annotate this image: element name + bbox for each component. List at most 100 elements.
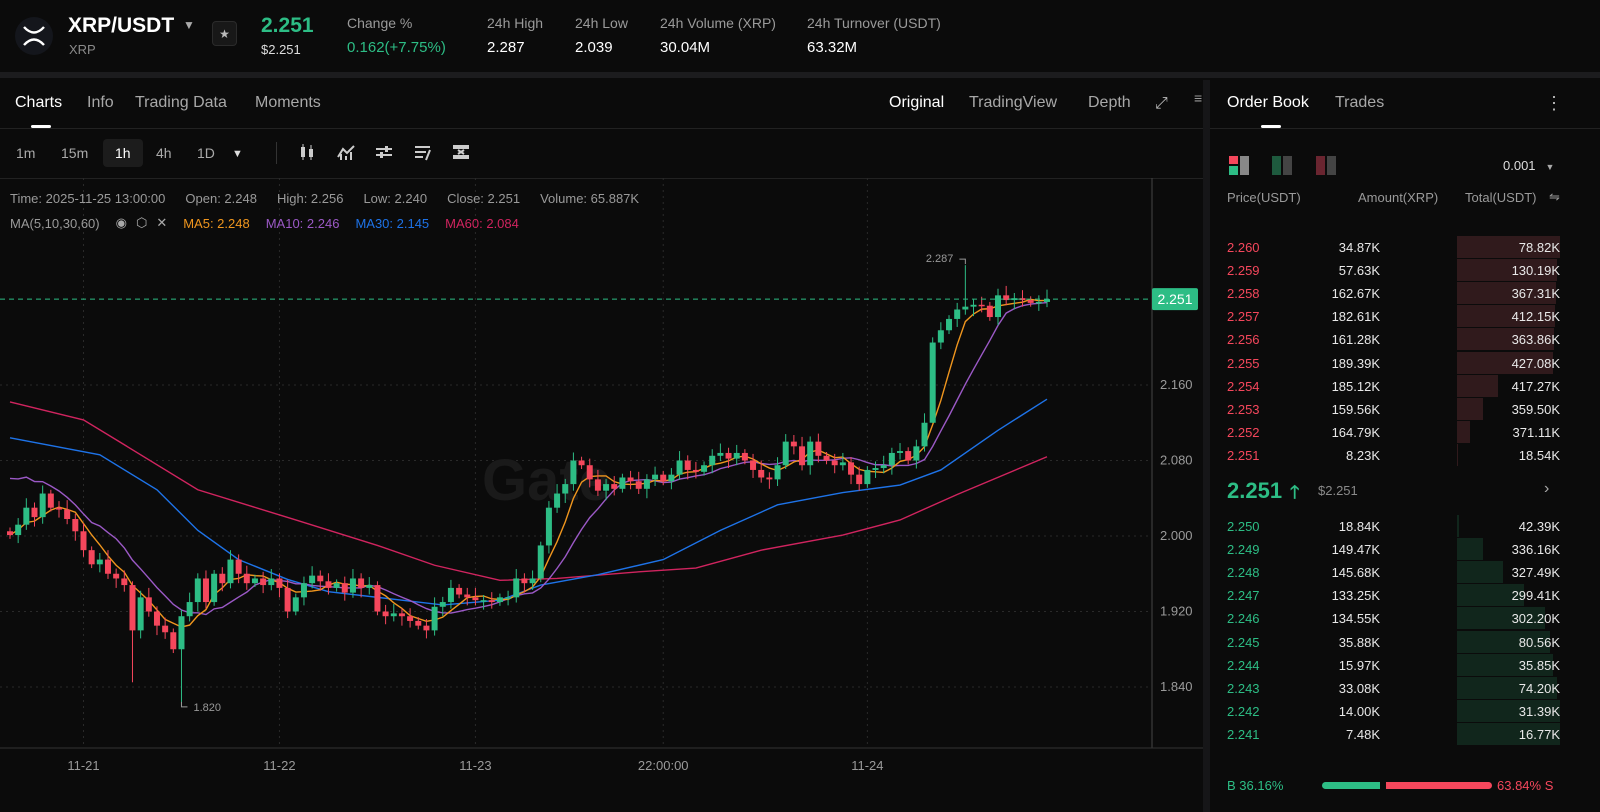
candle-body — [986, 305, 993, 318]
view-depth[interactable]: Depth — [1088, 94, 1131, 112]
fullscreen-icon[interactable]: ⤢ — [1155, 95, 1168, 113]
candle — [929, 337, 936, 423]
bid-row[interactable]: 2.250 18.84K 42.39K — [1210, 515, 1600, 537]
low-marker-label: 1.820 — [193, 702, 221, 714]
tab-trades[interactable]: Trades — [1335, 94, 1384, 112]
panel-splitter[interactable] — [1203, 80, 1210, 812]
menu-icon[interactable]: ≡ — [1194, 90, 1202, 106]
candle-body — [349, 578, 356, 593]
row-price: 2.244 — [1227, 657, 1260, 673]
stat-change: Change % 0.162(+7.75%) — [347, 15, 446, 56]
view-both-icon[interactable] — [1229, 156, 1251, 181]
chart-layout-icon[interactable] — [452, 143, 470, 166]
precision-select[interactable]: 0.001 ▼ — [1503, 158, 1554, 173]
bid-row[interactable]: 2.246 134.55K 302.20K — [1210, 607, 1600, 630]
candlestick-type-icon[interactable] — [298, 143, 316, 166]
candle-body — [627, 477, 634, 482]
tab-order-book[interactable]: Order Book — [1227, 94, 1309, 112]
ma10-value: MA10: 2.246 — [265, 215, 340, 231]
bid-row[interactable]: 2.242 14.00K 31.39K — [1210, 699, 1600, 722]
settings-sliders-icon[interactable] — [375, 143, 393, 166]
tab-charts[interactable]: Charts — [15, 94, 62, 112]
bid-row[interactable]: 2.245 35.88K 80.56K — [1210, 630, 1600, 653]
bid-row[interactable]: 2.241 7.48K 16.77K — [1210, 722, 1600, 745]
candle — [341, 576, 348, 601]
candle-body — [390, 613, 397, 617]
candle — [366, 577, 373, 595]
settings-icon[interactable]: ⬡ — [136, 215, 147, 231]
ask-row[interactable]: 2.254 185.12K 417.27K — [1210, 374, 1600, 397]
candle — [374, 581, 381, 616]
timeframe-4h[interactable]: 4h — [156, 145, 172, 161]
row-price: 2.256 — [1227, 332, 1260, 348]
indicators-icon[interactable] — [337, 143, 355, 166]
buy-ratio-fill — [1322, 782, 1381, 789]
high-marker-arrow — [959, 258, 966, 265]
candle — [937, 322, 944, 350]
chevron-right-icon[interactable]: › — [1544, 480, 1549, 498]
tab-info[interactable]: Info — [87, 94, 114, 112]
candle-body — [456, 587, 463, 595]
stat-volume: 24h Volume (XRP) 30.04M — [660, 15, 776, 56]
candle-body — [276, 578, 283, 588]
bid-row[interactable]: 2.243 33.08K 74.20K — [1210, 676, 1600, 699]
candle-body — [937, 330, 944, 343]
candle-body — [709, 455, 716, 466]
candle-body — [113, 573, 120, 579]
candle-body — [170, 632, 177, 650]
view-tradingview[interactable]: TradingView — [969, 94, 1057, 112]
chevron-down-icon[interactable]: ▼ — [183, 18, 195, 32]
candle-body — [219, 573, 226, 584]
row-amount: 34.87K — [1338, 240, 1380, 255]
ask-row[interactable]: 2.253 159.56K 359.50K — [1210, 397, 1600, 420]
mid-price-usd: $2.251 — [1318, 483, 1358, 498]
tab-moments[interactable]: Moments — [255, 94, 321, 112]
ask-row[interactable]: 2.256 161.28K 363.86K — [1210, 328, 1600, 351]
drawing-tools-icon[interactable] — [414, 143, 432, 166]
view-original[interactable]: Original — [889, 94, 944, 112]
timeframe-1m[interactable]: 1m — [16, 145, 35, 161]
candle — [946, 315, 953, 335]
bid-row[interactable]: 2.247 133.25K 299.41K — [1210, 584, 1600, 607]
candle-body — [153, 611, 160, 626]
candle-body — [243, 573, 250, 584]
ask-row[interactable]: 2.260 34.87K 78.82K — [1210, 236, 1600, 258]
buy-sell-ratio-bar — [1322, 782, 1492, 789]
candle-body — [750, 460, 757, 470]
candle-body — [423, 625, 430, 631]
ask-row[interactable]: 2.257 182.61K 412.15K — [1210, 305, 1600, 328]
ask-row[interactable]: 2.251 8.23K 18.54K — [1210, 443, 1600, 466]
ask-row[interactable]: 2.259 57.63K 130.19K — [1210, 259, 1600, 282]
y-tick-label: 2.000 — [1160, 528, 1193, 543]
eye-icon[interactable]: ◉ — [116, 215, 127, 231]
row-total: 417.27K — [1511, 378, 1560, 394]
bid-row[interactable]: 2.244 15.97K 35.85K — [1210, 653, 1600, 676]
timeframe-1h[interactable]: 1h — [115, 145, 131, 161]
row-total: 427.08K — [1511, 355, 1560, 371]
ask-row[interactable]: 2.258 162.67K 367.31K — [1210, 282, 1600, 305]
timeframe-15m[interactable]: 15m — [61, 145, 88, 161]
tab-trading-data[interactable]: Trading Data — [135, 94, 227, 112]
bid-row[interactable]: 2.249 149.47K 336.16K — [1210, 538, 1600, 561]
col-amount: Amount(XRP) — [1358, 190, 1439, 205]
candlestick-chart[interactable]: 2.160 2.080 2.000 1.920 1.840 11-21 11-22 11-23… — [0, 178, 1203, 812]
candle-body — [537, 545, 544, 579]
bid-row[interactable]: 2.248 145.68K 327.49K — [1210, 561, 1600, 584]
timeframe-1d[interactable]: 1D — [197, 145, 215, 161]
candle-body — [300, 583, 307, 598]
view-asks-icon[interactable] — [1316, 156, 1338, 181]
info-open: Open: 2.248 — [185, 191, 257, 206]
timeframe-dropdown-icon[interactable]: ▼ — [232, 148, 243, 160]
close-icon[interactable]: ✕ — [156, 215, 167, 231]
more-options-icon[interactable]: ⋮ — [1545, 93, 1563, 114]
info-high: High: 2.256 — [276, 191, 344, 206]
pair-selector[interactable]: XRP/USDT — [68, 14, 174, 38]
favorite-star-icon[interactable]: ★ — [212, 21, 237, 46]
row-amount: 15.97K — [1338, 657, 1380, 673]
ask-row[interactable]: 2.252 164.79K 371.11K — [1210, 420, 1600, 443]
view-bids-icon[interactable] — [1272, 156, 1294, 181]
ohlc-info: Time: 2025-11-25 13:00:00 Open: 2.248 Hi… — [10, 191, 639, 206]
candle — [456, 584, 463, 599]
ask-row[interactable]: 2.255 189.39K 427.08K — [1210, 351, 1600, 374]
swap-units-icon[interactable]: ⇋ — [1549, 189, 1560, 205]
